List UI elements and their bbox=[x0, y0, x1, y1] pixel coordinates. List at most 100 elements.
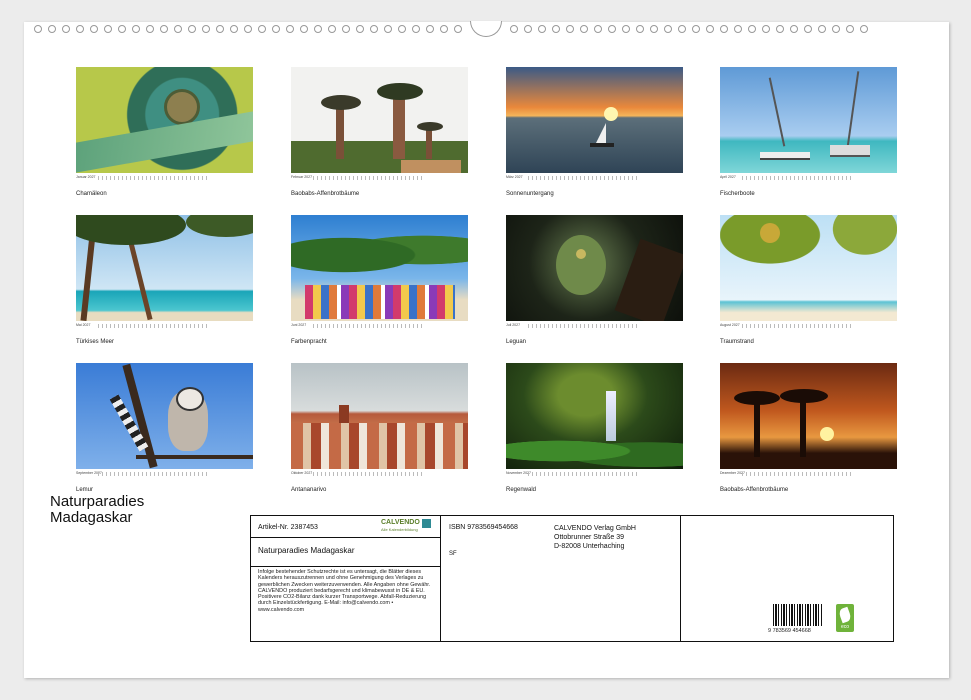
binding-hole bbox=[188, 25, 196, 33]
binding-hole bbox=[356, 25, 364, 33]
mini-calendar: Januar 2027 bbox=[76, 175, 253, 181]
binding-hole bbox=[524, 25, 532, 33]
title-line-2: Madagaskar bbox=[50, 509, 133, 526]
photo-colorful-cloths bbox=[291, 215, 468, 321]
binding-hole bbox=[48, 25, 56, 33]
binding-hole bbox=[426, 25, 434, 33]
photo-baobabs-sunset bbox=[720, 363, 897, 469]
mini-calendar: Februar 2027 bbox=[291, 175, 468, 181]
publisher-address: CALVENDO Verlag GmbH Ottobrunner Straße … bbox=[554, 524, 636, 551]
binding-hole bbox=[440, 25, 448, 33]
calvendo-logo: CALVENDO bbox=[381, 519, 420, 526]
binding-hole bbox=[776, 25, 784, 33]
binding-hole bbox=[146, 25, 154, 33]
binding-hole bbox=[76, 25, 84, 33]
month-tile: April 2027 Fischerboote bbox=[720, 67, 897, 197]
binding-hole bbox=[622, 25, 630, 33]
month-tile: Juni 2027 Farbenpracht bbox=[291, 215, 468, 345]
photo-caption: Fischerboote bbox=[720, 191, 755, 197]
title-line-1: Naturparadies bbox=[50, 493, 145, 510]
mini-calendar: März 2027 bbox=[506, 175, 683, 181]
binding-hole bbox=[272, 25, 280, 33]
photo-lemur bbox=[76, 363, 253, 469]
month-tile: November 2027 Regenwald bbox=[506, 363, 683, 493]
article-number: Artikel-Nr. 2387453 bbox=[258, 524, 318, 531]
month-label: Juli 2027 bbox=[506, 323, 521, 327]
mini-calendar: April 2027 bbox=[720, 175, 897, 181]
photo-caption: Leguan bbox=[506, 339, 527, 345]
binding-hole bbox=[104, 25, 112, 33]
binding-hole bbox=[804, 25, 812, 33]
publisher-line: D-82008 Unterhaching bbox=[554, 543, 625, 550]
calvendo-tagline: Alle Kalenderbildung bbox=[381, 527, 418, 532]
month-tile: Februar 2027 Baobabs-Affenbrotbäume bbox=[291, 67, 468, 197]
month-label: Februar 2027 bbox=[291, 175, 313, 179]
binding-hole bbox=[594, 25, 602, 33]
binding-hole bbox=[118, 25, 126, 33]
calvendo-logo-icon bbox=[422, 519, 431, 528]
binding-hole bbox=[90, 25, 98, 33]
publisher-line: CALVENDO Verlag GmbH bbox=[554, 525, 636, 532]
month-tile: Juli 2027 Leguan bbox=[506, 215, 683, 345]
mini-calendar: Juni 2027 bbox=[291, 323, 468, 329]
month-tile: Januar 2027 Chamäleon bbox=[76, 67, 253, 197]
binding-hole bbox=[706, 25, 714, 33]
binding-hole bbox=[510, 25, 518, 33]
month-label: Mai 2027 bbox=[76, 323, 91, 327]
binding-hole bbox=[580, 25, 588, 33]
binding-hole bbox=[748, 25, 756, 33]
eco-label-text: eco bbox=[840, 624, 850, 630]
binding-hole bbox=[370, 25, 378, 33]
binding-hole bbox=[216, 25, 224, 33]
photo-caption: Antananarivo bbox=[291, 487, 327, 493]
binding-hole bbox=[734, 25, 742, 33]
binding-hole bbox=[608, 25, 616, 33]
binding-hole bbox=[258, 25, 266, 33]
photo-dream-beach bbox=[720, 215, 897, 321]
binding-hole bbox=[818, 25, 826, 33]
binding-hole bbox=[860, 25, 868, 33]
product-title: Naturparadies Madagaskar bbox=[258, 546, 355, 555]
binding-hole bbox=[790, 25, 798, 33]
mini-calendar: Mai 2027 bbox=[76, 323, 253, 329]
binding-hole bbox=[244, 25, 252, 33]
isbn: ISBN 9783569454668 bbox=[449, 524, 518, 531]
binding-hole bbox=[160, 25, 168, 33]
photo-caption: Sonnenuntergang bbox=[506, 191, 554, 197]
photo-turquoise-sea bbox=[76, 215, 253, 321]
binding-hole bbox=[846, 25, 854, 33]
photo-antananarivo bbox=[291, 363, 468, 469]
photo-caption: Baobabs-Affenbrotbäume bbox=[291, 191, 360, 197]
month-tile: Oktober 2027 Antananarivo bbox=[291, 363, 468, 493]
binding-hole bbox=[692, 25, 700, 33]
barcode bbox=[773, 604, 823, 626]
calendar-title: Naturparadies Madagaskar bbox=[50, 494, 144, 526]
photo-baobabs bbox=[291, 67, 468, 173]
month-label: Juni 2027 bbox=[291, 323, 307, 327]
binding-hole bbox=[832, 25, 840, 33]
binding-hole bbox=[384, 25, 392, 33]
month-tile: September 2027 Lemur bbox=[76, 363, 253, 493]
eco-label-icon: eco bbox=[836, 604, 854, 632]
binding-hole bbox=[566, 25, 574, 33]
mini-calendar: August 2027 bbox=[720, 323, 897, 329]
mini-calendar: Dezember 2027 bbox=[720, 471, 897, 477]
binding-hole bbox=[412, 25, 420, 33]
binding-hole bbox=[300, 25, 308, 33]
photo-chamaeleon bbox=[76, 67, 253, 173]
binding-hole bbox=[636, 25, 644, 33]
binding-hole bbox=[664, 25, 672, 33]
month-tile: Mai 2027 Türkises Meer bbox=[76, 215, 253, 345]
barcode-digits: 9 783569 454668 bbox=[768, 628, 811, 634]
month-label: Oktober 2027 bbox=[291, 471, 313, 475]
month-label: August 2027 bbox=[720, 323, 740, 327]
binding-hole bbox=[650, 25, 658, 33]
mini-calendar: Juli 2027 bbox=[506, 323, 683, 329]
photo-caption: Chamäleon bbox=[76, 191, 107, 197]
photo-sunset bbox=[506, 67, 683, 173]
month-tile: August 2027 Traumstrand bbox=[720, 215, 897, 345]
month-tile: Dezember 2027 Baobabs-Affenbrotbäume bbox=[720, 363, 897, 493]
photo-caption: Türkises Meer bbox=[76, 339, 115, 345]
mini-calendar: September 2027 bbox=[76, 471, 253, 477]
month-label: März 2027 bbox=[506, 175, 523, 179]
